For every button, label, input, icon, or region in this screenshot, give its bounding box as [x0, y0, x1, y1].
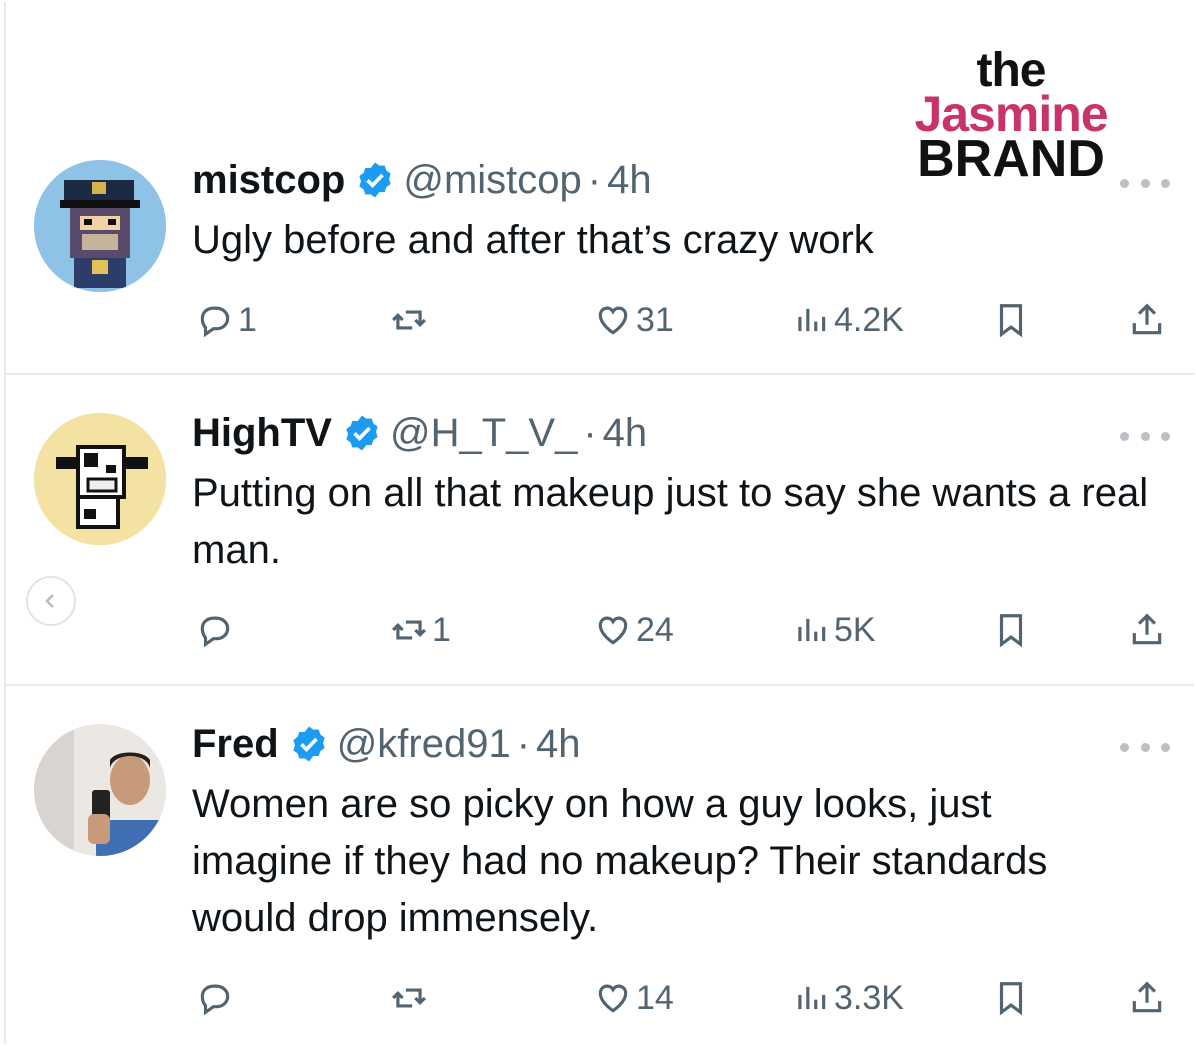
- carousel-prev-button[interactable]: [26, 576, 76, 626]
- tweet-card[interactable]: Fred @kfred91 · 4h Women are so picky on…: [4, 686, 1194, 1046]
- display-name[interactable]: mistcop: [192, 156, 345, 204]
- views-button[interactable]: 3.3K: [792, 973, 904, 1023]
- views-button[interactable]: 4.2K: [792, 295, 904, 345]
- tweet-text: Ugly before and after that’s crazy work: [192, 218, 874, 262]
- views-button[interactable]: 5K: [792, 605, 876, 655]
- tweet-header: mistcop @mistcop · 4h: [192, 156, 652, 204]
- bookmark-icon: [999, 614, 1023, 648]
- action-bar: 14 3.3K: [192, 973, 1174, 1023]
- action-bar: 1 24 5K: [192, 605, 1174, 655]
- bookmark-button[interactable]: [992, 605, 1030, 655]
- bookmark-button[interactable]: [992, 295, 1030, 345]
- reply-button[interactable]: 1: [196, 295, 257, 345]
- user-handle[interactable]: @kfred91: [337, 720, 511, 768]
- retweet-icon: [392, 988, 426, 1008]
- heart-icon: [598, 984, 628, 1013]
- verified-badge-icon: [293, 726, 325, 762]
- user-handle[interactable]: @H_T_V_: [390, 409, 577, 457]
- verified-badge-icon: [359, 162, 392, 198]
- heart-icon: [598, 616, 628, 645]
- reply-button[interactable]: [196, 605, 238, 655]
- reply-icon: [200, 306, 230, 338]
- more-options-icon[interactable]: [1120, 176, 1170, 190]
- more-options-icon[interactable]: [1120, 740, 1170, 754]
- action-bar: 1 31 4.2K: [192, 295, 1174, 345]
- share-icon: [1132, 613, 1162, 645]
- share-button[interactable]: [1128, 295, 1166, 345]
- tweet-header: HighTV @H_T_V_ · 4h: [192, 409, 647, 457]
- like-count: 14: [636, 978, 674, 1017]
- like-button[interactable]: 14: [594, 973, 674, 1023]
- reply-icon: [200, 616, 230, 648]
- retweet-count: 1: [432, 610, 451, 649]
- retweet-button[interactable]: [390, 973, 432, 1023]
- bookmark-button[interactable]: [992, 973, 1030, 1023]
- selfie-photo-avatar-icon: [34, 724, 166, 856]
- retweet-icon: [392, 310, 426, 330]
- reply-count: 1: [238, 300, 257, 339]
- analytics-icon: [798, 308, 826, 332]
- logo-line-brand: BRAND: [917, 130, 1105, 188]
- avatar[interactable]: [34, 413, 166, 545]
- pixel-cow-avatar-icon: [34, 413, 166, 545]
- pixel-ape-captain-avatar-icon: [34, 160, 166, 292]
- reply-button[interactable]: [196, 973, 238, 1023]
- separator-dot: ·: [516, 722, 531, 766]
- separator-dot: ·: [587, 158, 602, 202]
- bookmark-icon: [999, 304, 1023, 338]
- analytics-icon: [798, 986, 826, 1010]
- view-count: 4.2K: [834, 300, 904, 339]
- avatar[interactable]: [34, 724, 166, 856]
- display-name[interactable]: HighTV: [192, 409, 332, 457]
- like-count: 31: [636, 300, 674, 339]
- like-button[interactable]: 24: [594, 605, 674, 655]
- verified-badge-icon: [346, 415, 378, 451]
- separator-dot: ·: [583, 411, 597, 455]
- user-handle[interactable]: @mistcop: [403, 156, 581, 204]
- watermark-logo: the Jasmine BRAND: [896, 47, 1126, 188]
- share-icon: [1132, 303, 1162, 335]
- like-count: 24: [636, 610, 674, 649]
- chevron-left-icon: [45, 594, 54, 608]
- reply-icon: [200, 984, 230, 1016]
- analytics-icon: [798, 618, 826, 642]
- share-icon: [1132, 981, 1162, 1013]
- timestamp[interactable]: 4h: [607, 156, 652, 204]
- avatar[interactable]: [34, 160, 166, 292]
- timestamp[interactable]: 4h: [536, 720, 581, 768]
- tweet-text: Putting on all that makeup just to say s…: [192, 471, 1149, 572]
- more-options-icon[interactable]: [1120, 429, 1170, 443]
- bookmark-icon: [999, 982, 1023, 1016]
- retweet-button[interactable]: 1: [390, 605, 451, 655]
- tweet-text: Women are so picky on how a guy looks, j…: [192, 782, 1048, 940]
- tweet-card[interactable]: HighTV @H_T_V_ · 4h Putting on all that …: [4, 375, 1194, 686]
- display-name[interactable]: Fred: [192, 720, 279, 768]
- view-count: 3.3K: [834, 978, 904, 1017]
- timestamp[interactable]: 4h: [603, 409, 648, 457]
- tweet-header: Fred @kfred91 · 4h: [192, 720, 581, 768]
- view-count: 5K: [834, 610, 876, 649]
- share-button[interactable]: [1128, 605, 1166, 655]
- retweet-icon: [392, 620, 426, 640]
- like-button[interactable]: 31: [594, 295, 674, 345]
- heart-icon: [598, 306, 628, 335]
- retweet-button[interactable]: [390, 295, 432, 345]
- share-button[interactable]: [1128, 973, 1166, 1023]
